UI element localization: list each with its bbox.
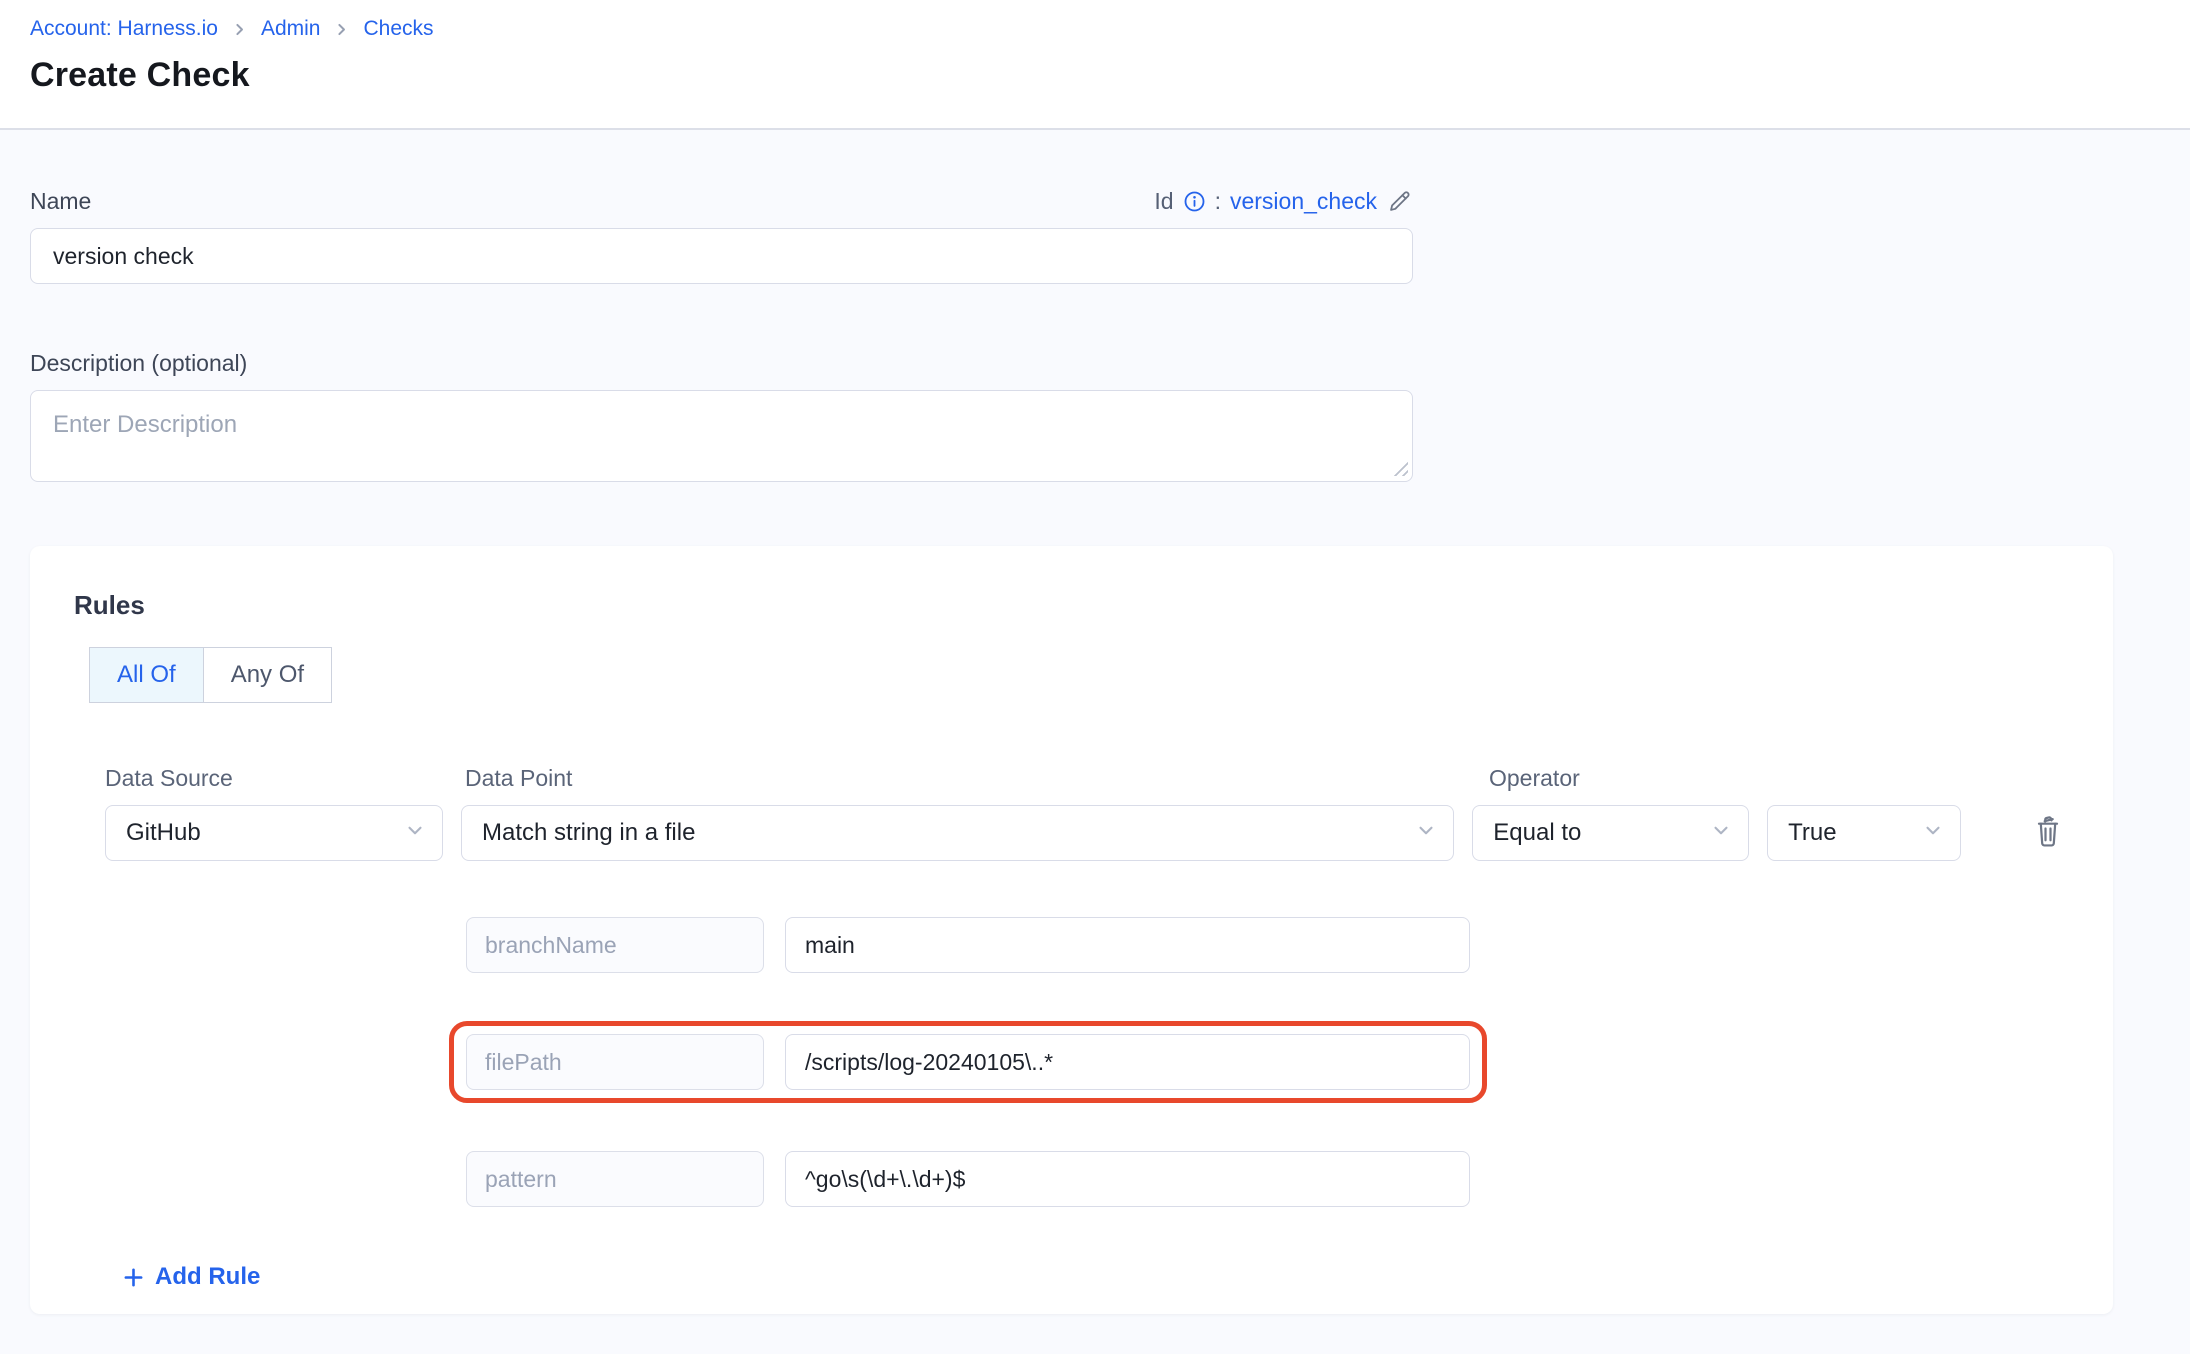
data-source-select[interactable]: GitHub <box>105 805 443 861</box>
operator-select[interactable]: Equal to <box>1472 805 1749 861</box>
param-input-pattern[interactable] <box>785 1151 1470 1207</box>
chevron-right-icon <box>333 21 350 38</box>
description-textarea[interactable] <box>30 390 1413 482</box>
rules-match-toggle: All Of Any Of <box>89 647 332 703</box>
toggle-any-of[interactable]: Any Of <box>204 648 331 702</box>
pencil-icon[interactable] <box>1386 188 1413 215</box>
name-label-row: Name Id : version_check <box>30 188 1413 215</box>
id-line: Id : version_check <box>1154 188 1413 215</box>
chevron-down-icon <box>1922 819 1944 848</box>
rules-card: Rules All Of Any Of Data Source Data Poi… <box>30 546 2113 1314</box>
data-point-value: Match string in a file <box>482 819 695 847</box>
check-details-form: Name Id : version_check Description (opt… <box>30 188 1413 482</box>
name-input[interactable] <box>30 228 1413 284</box>
name-label: Name <box>30 188 91 215</box>
breadcrumb: Account: Harness.io Admin Checks <box>30 17 2160 41</box>
param-key-branchname: branchName <box>466 917 764 973</box>
id-separator: : <box>1215 188 1221 215</box>
rule-column-labels: Data Source Data Point Operator <box>105 765 2069 792</box>
operator-value: Equal to <box>1493 819 1581 847</box>
data-point-label: Data Point <box>465 765 1471 792</box>
operator-value-selected: True <box>1788 819 1836 847</box>
add-rule-label: Add Rule <box>155 1263 260 1291</box>
operator-value-select[interactable]: True <box>1767 805 1961 861</box>
plus-icon <box>122 1266 145 1289</box>
chevron-down-icon <box>404 819 426 848</box>
param-key-pattern: pattern <box>466 1151 764 1207</box>
page-body: Name Id : version_check Description (opt… <box>0 188 2190 1314</box>
chevron-down-icon <box>1415 819 1437 848</box>
id-label: Id <box>1154 188 1173 215</box>
chevron-down-icon <box>1710 819 1732 848</box>
page-title: Create Check <box>30 56 2160 95</box>
breadcrumb-link-account[interactable]: Account: Harness.io <box>30 17 218 41</box>
page-header: Account: Harness.io Admin Checks Create … <box>0 0 2190 130</box>
param-row-branchname: branchName <box>466 917 2069 973</box>
toggle-all-of[interactable]: All Of <box>90 648 204 702</box>
data-point-select[interactable]: Match string in a file <box>461 805 1454 861</box>
rule-row: GitHub Match string in a file Equal to T… <box>105 805 2069 861</box>
operator-label: Operator <box>1489 765 1769 792</box>
data-source-value: GitHub <box>126 819 201 847</box>
id-value-link[interactable]: version_check <box>1230 188 1377 215</box>
add-rule-button[interactable]: Add Rule <box>122 1263 260 1291</box>
rules-title: Rules <box>74 590 2069 621</box>
description-field-wrap <box>30 390 1413 482</box>
param-input-filepath[interactable] <box>785 1034 1470 1090</box>
description-label: Description (optional) <box>30 350 1413 377</box>
data-source-label: Data Source <box>105 765 447 792</box>
info-icon[interactable] <box>1183 190 1206 213</box>
param-key-filepath: filePath <box>466 1034 764 1090</box>
param-row-pattern: pattern <box>466 1151 2069 1207</box>
delete-rule-button[interactable] <box>2027 810 2069 857</box>
param-input-branchname[interactable] <box>785 917 1470 973</box>
breadcrumb-link-checks[interactable]: Checks <box>363 17 433 41</box>
filepath-highlight-box: filePath <box>449 1021 1487 1103</box>
create-check-page: Account: Harness.io Admin Checks Create … <box>0 0 2190 1354</box>
breadcrumb-link-admin[interactable]: Admin <box>261 17 321 41</box>
trash-icon <box>2031 814 2065 853</box>
chevron-right-icon <box>231 21 248 38</box>
